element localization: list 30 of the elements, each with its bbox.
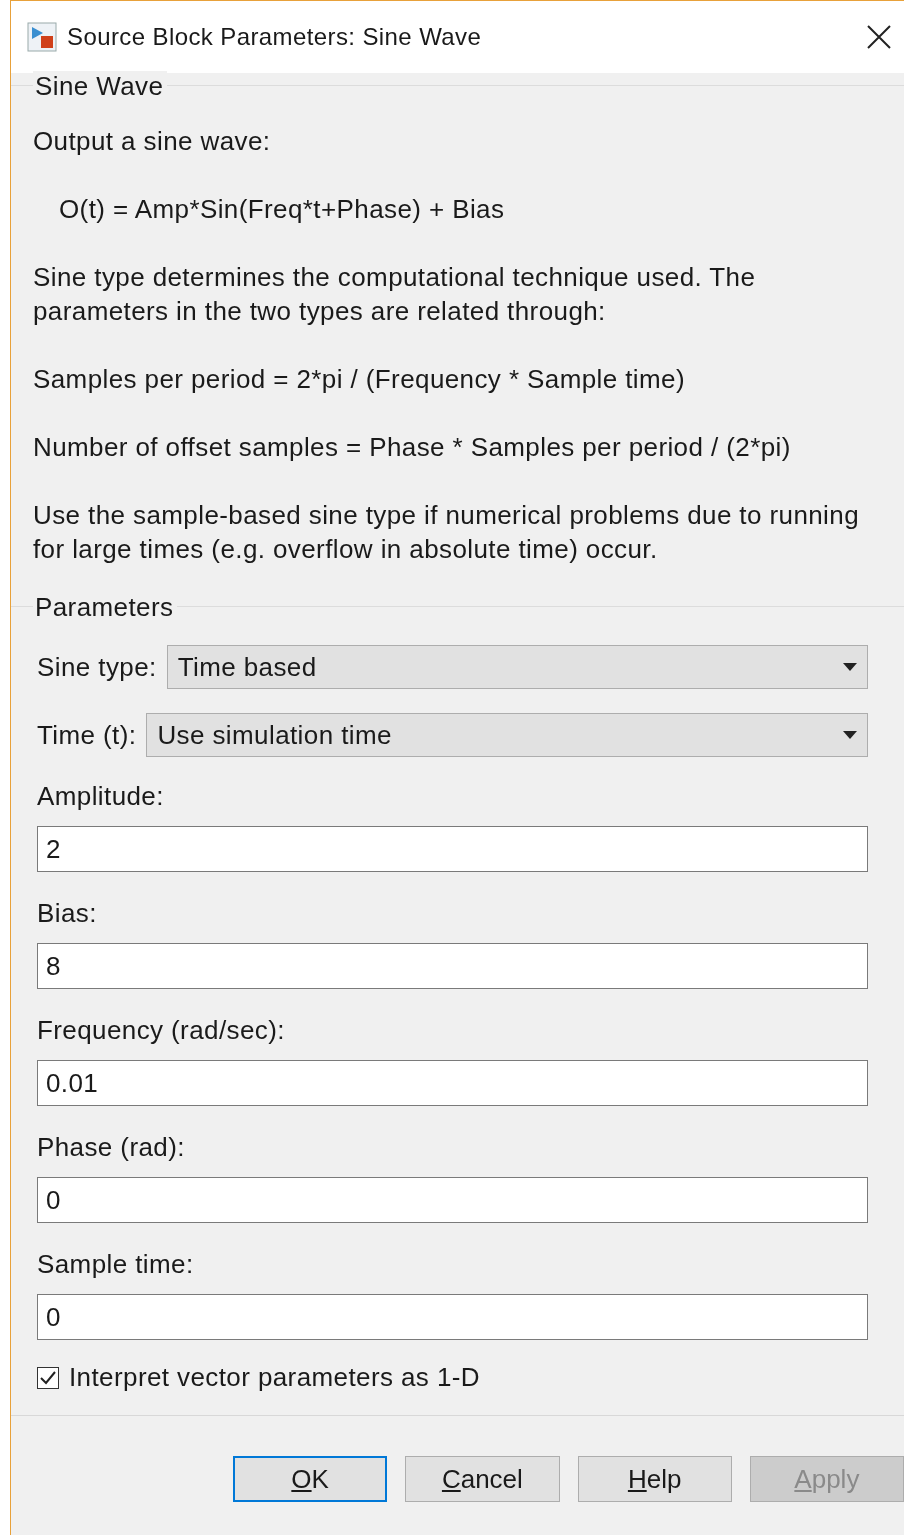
field-label: Sample time: (37, 1249, 195, 1280)
checkbox[interactable] (37, 1366, 59, 1389)
caret-icon (843, 662, 857, 672)
input-field[interactable]: 2 (37, 826, 868, 872)
dialog-button[interactable]: Help (577, 1456, 732, 1502)
app-icon (27, 22, 57, 52)
checkbox-label: Interpret vector parameters as 1-D (69, 1362, 480, 1393)
close-icon[interactable] (866, 24, 892, 50)
dialog-button[interactable]: OK (233, 1456, 388, 1502)
input-field[interactable]: 8 (37, 943, 868, 989)
window-title: Source Block Parameters: Sine Wave (67, 23, 483, 51)
input-field[interactable]: 0.01 (37, 1060, 868, 1106)
field-label: Bias: (37, 898, 98, 929)
field-label: Time (t): (37, 719, 137, 751)
field-label: Sine type: (37, 651, 157, 683)
dialog-button[interactable]: Cancel (405, 1456, 560, 1502)
description-text: Number of offset samples = Phase * Samples per period / (2*pi) (33, 431, 792, 464)
field-label: Phase (rad): (37, 1132, 186, 1163)
field-label: Frequency (rad/sec): (37, 1015, 286, 1046)
formula-text: O(t) = Amp*Sin(Freq*t+Phase) + Bias (58, 193, 506, 226)
caret-icon (843, 730, 857, 740)
dropdown[interactable]: Use simulation time (146, 713, 868, 757)
dropdown[interactable]: Time based (166, 645, 868, 689)
field-label: Amplitude: (37, 781, 165, 812)
description-text: Output a sine wave: (33, 125, 272, 158)
input-field[interactable]: 0 (37, 1177, 868, 1223)
description-text: Use the sample-based sine type if numerical problems due to running for large times (e.g. overflow in absolute time) occur. (33, 499, 860, 566)
input-field[interactable]: 0 (37, 1294, 868, 1340)
description-text: Samples per period = 2*pi / (Frequency * Sample time) (33, 363, 686, 396)
description-text: Sine type determines the computational technique used. The parameters in the two types are related through: (33, 261, 757, 328)
